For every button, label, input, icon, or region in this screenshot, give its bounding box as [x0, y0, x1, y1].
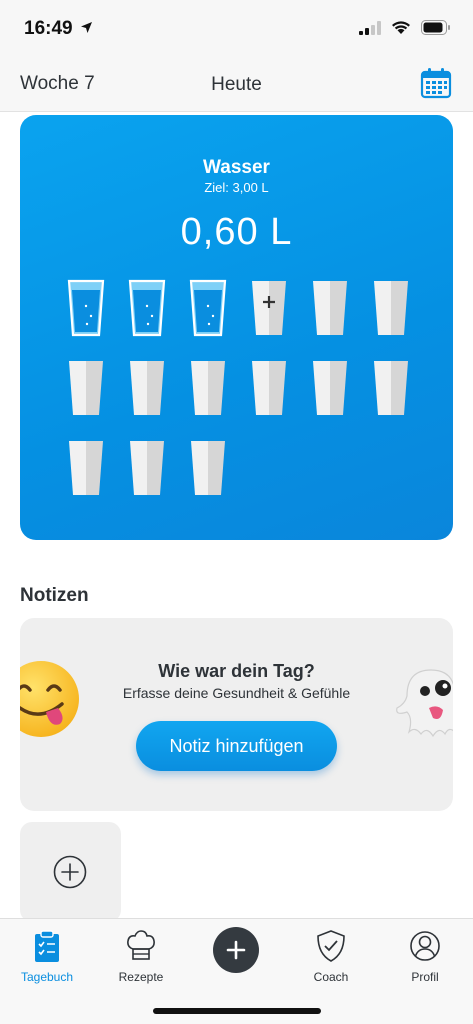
- tab-label: Profil: [411, 970, 439, 984]
- water-amount: 0,60 L: [180, 211, 293, 253]
- add-note-tile[interactable]: [20, 822, 121, 922]
- water-glass-empty[interactable]: [310, 358, 350, 418]
- tab-coach[interactable]: Coach: [286, 925, 376, 985]
- water-glass-empty[interactable]: [371, 358, 411, 418]
- note-prompt-card: Wie war dein Tag? Erfasse deine Gesundhe…: [20, 618, 453, 811]
- water-glass-filled[interactable]: [66, 278, 106, 338]
- tab-label: Tagebuch: [20, 970, 74, 984]
- add-glass-button[interactable]: [249, 278, 289, 338]
- chef-hat-icon: [127, 930, 155, 960]
- nav-header: Woche 7 Heute: [0, 60, 473, 112]
- plus-icon: [226, 940, 246, 960]
- tab-label: Coach: [313, 970, 349, 984]
- tab-rezepte[interactable]: Rezepte: [96, 925, 186, 985]
- page-title: Heute: [211, 74, 262, 95]
- add-note-button[interactable]: Notiz hinzufügen: [136, 721, 337, 771]
- water-glass-empty[interactable]: [127, 438, 167, 498]
- note-subtitle: Erfasse deine Gesundheit & Gefühle: [122, 685, 351, 701]
- plus-circle-icon[interactable]: [53, 855, 87, 889]
- location-arrow-icon: [81, 22, 92, 33]
- water-glass-empty[interactable]: [127, 358, 167, 418]
- water-glass-empty[interactable]: [249, 358, 289, 418]
- water-glass-empty[interactable]: [66, 358, 106, 418]
- water-glass-empty[interactable]: [188, 358, 228, 418]
- calendar-icon[interactable]: [419, 66, 453, 100]
- water-glass-empty[interactable]: [66, 438, 106, 498]
- tab-label: Rezepte: [118, 970, 164, 984]
- water-glass-empty[interactable]: [188, 438, 228, 498]
- shield-check-icon: [317, 930, 345, 962]
- water-title: Wasser: [203, 157, 270, 178]
- water-glass-empty[interactable]: [371, 278, 411, 338]
- user-circle-icon: [410, 931, 440, 961]
- notes-section-title: Notizen: [20, 585, 89, 606]
- water-tracker-card: Wasser Ziel: 3,00 L 0,60 L: [20, 115, 453, 540]
- ghost-emoji-icon: [396, 669, 453, 738]
- status-time: 16:49: [24, 18, 73, 39]
- clipboard-check-icon: [35, 930, 59, 962]
- signal-icon: [359, 20, 381, 35]
- note-heading: Wie war dein Tag?: [158, 661, 315, 681]
- water-glass-filled[interactable]: [188, 278, 228, 338]
- tab-profil[interactable]: Profil: [380, 925, 470, 985]
- status-indicators: [359, 20, 451, 35]
- battery-icon: [421, 20, 450, 35]
- wifi-icon: [392, 21, 410, 34]
- home-indicator: [153, 1008, 321, 1014]
- status-bar: 16:49: [0, 0, 473, 60]
- water-goal: Ziel: 3,00 L: [204, 180, 269, 195]
- tab-tagebuch[interactable]: Tagebuch: [2, 925, 92, 985]
- water-glass-empty[interactable]: [310, 278, 350, 338]
- tab-bar: Tagebuch Rezepte Coach Profil: [0, 918, 473, 1024]
- add-entry-button[interactable]: [213, 927, 259, 973]
- water-glass-filled[interactable]: [127, 278, 167, 338]
